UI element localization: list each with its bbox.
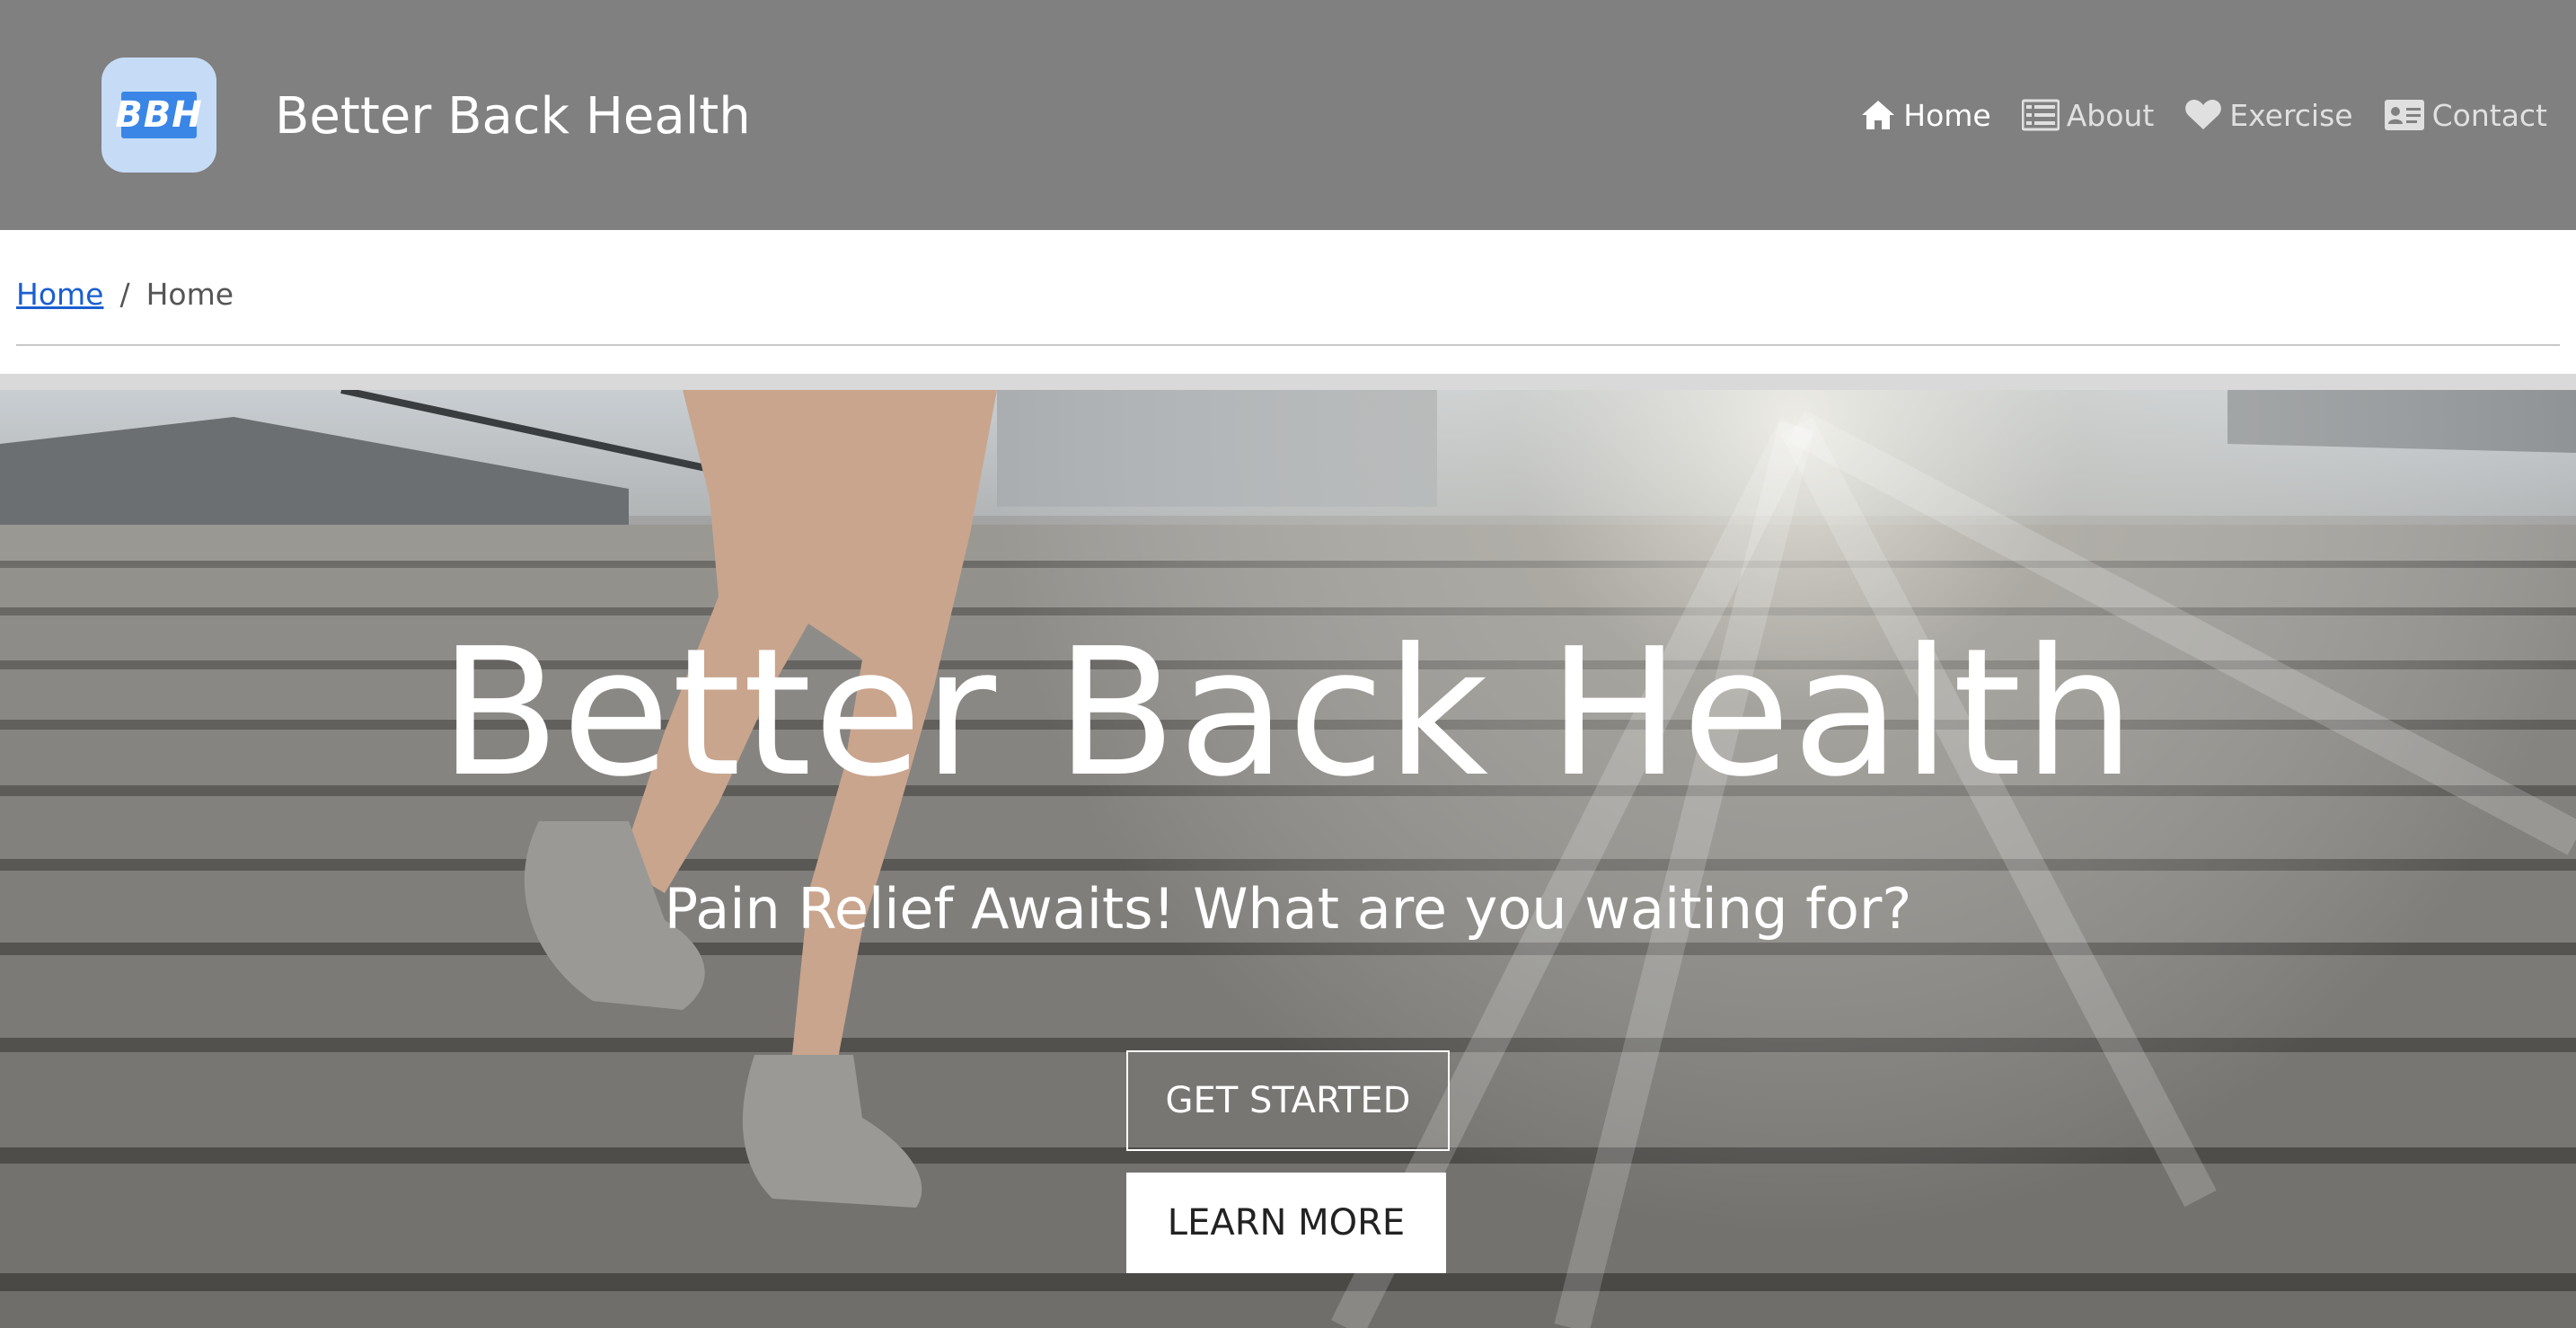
site-header: BBH Better Back Health Home About Exerci… xyxy=(0,0,2576,230)
list-icon xyxy=(2021,99,2060,131)
hero-banner: Better Back Health Pain Relief Awaits! W… xyxy=(0,390,2576,1328)
hero-title: Better Back Health xyxy=(439,611,2137,816)
learn-more-button[interactable]: LEARN MORE xyxy=(1126,1173,1446,1273)
hero-top-strip xyxy=(0,374,2576,390)
nav-label-exercise: Exercise xyxy=(2229,97,2353,133)
nav-item-contact[interactable]: Contact xyxy=(2384,98,2547,133)
home-icon xyxy=(1860,99,1896,131)
nav-item-about[interactable]: About xyxy=(2021,97,2155,133)
hero-subtitle: Pain Relief Awaits! What are you waiting… xyxy=(664,876,1912,942)
nav-label-contact: Contact xyxy=(2431,97,2547,133)
contact-card-icon xyxy=(2384,99,2425,131)
breadcrumb-separator: / xyxy=(119,276,130,312)
breadcrumb-divider xyxy=(16,344,2560,346)
breadcrumb: Home / Home xyxy=(16,271,234,316)
nav-label-home: Home xyxy=(1903,97,1991,133)
nav-item-exercise[interactable]: Exercise xyxy=(2184,97,2353,133)
brand-name[interactable]: Better Back Health xyxy=(275,83,751,151)
breadcrumb-home-link[interactable]: Home xyxy=(16,277,103,312)
get-started-button[interactable]: GET STARTED xyxy=(1126,1050,1450,1151)
breadcrumb-current: Home xyxy=(146,276,234,312)
site-logo[interactable]: BBH xyxy=(101,58,216,173)
main-nav: Home About Exercise Contact xyxy=(1860,90,2547,140)
nav-label-about: About xyxy=(2066,97,2155,133)
nav-item-home[interactable]: Home xyxy=(1860,97,1991,133)
heart-icon xyxy=(2184,99,2222,131)
logo-mark: BBH xyxy=(115,92,202,138)
